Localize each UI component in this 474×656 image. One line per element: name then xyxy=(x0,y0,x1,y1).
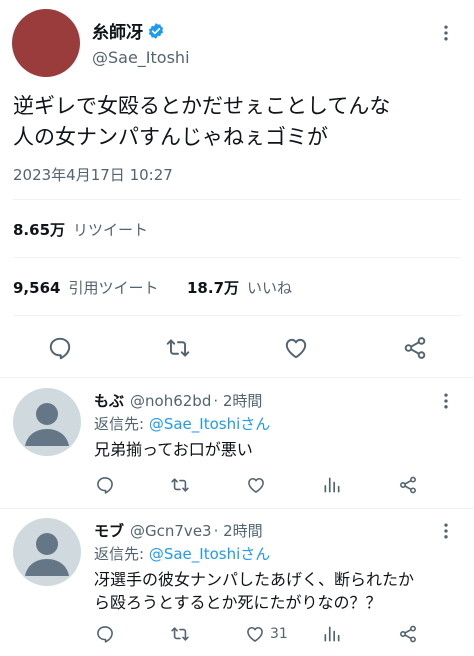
retweet-button[interactable] xyxy=(163,333,193,363)
more-options-icon[interactable] xyxy=(434,21,458,45)
verified-badge-icon xyxy=(148,22,164,39)
reply-header: もぶ @noh62bd · 2時間 xyxy=(94,390,262,411)
analytics-icon xyxy=(324,626,340,642)
reply-header: モブ @Gcn7ve3 · 2時間 xyxy=(94,520,263,541)
divider xyxy=(13,315,461,316)
reply-to-handle[interactable]: @Sae_Itoshiさん xyxy=(149,545,270,563)
likes-label: いいね xyxy=(247,279,293,297)
reply-text-line: 兄弟揃ってお口が悪い xyxy=(94,440,253,459)
share-icon xyxy=(404,337,426,359)
quotes-label: 引用ツイート xyxy=(68,279,159,297)
quotes-stat[interactable]: 9,564 引用ツイート xyxy=(13,277,158,298)
reply-to-line: 返信先: @Sae_Itoshiさん xyxy=(94,543,270,564)
reply-icon xyxy=(97,626,113,643)
reply-reply-button[interactable] xyxy=(94,474,116,496)
reply-author-handle[interactable]: @noh62bd xyxy=(130,392,211,410)
reply-author-name[interactable]: モブ xyxy=(94,520,124,541)
reply-to-prefix: 返信先: xyxy=(94,415,149,433)
tweet-timestamp[interactable]: 2023年4月17日 10:27 xyxy=(13,164,173,185)
likes-stat[interactable]: 18.7万 いいね xyxy=(187,277,292,298)
tweet-text-line: 人の女ナンパすんじゃねぇゴミが xyxy=(13,125,328,149)
reply-text: 冴選手の彼女ナンパしたあげく、断られたか ら殴ろうとするとか死にたがりなの？？ xyxy=(94,568,414,614)
reply-more-options-icon[interactable] xyxy=(434,389,458,413)
reply-text: 兄弟揃ってお口が悪い xyxy=(94,438,253,462)
heart-icon xyxy=(248,477,264,493)
reply-author-handle[interactable]: @Gcn7ve3 xyxy=(130,522,212,540)
reply-author-name[interactable]: もぶ xyxy=(94,390,124,411)
author-avatar[interactable] xyxy=(12,9,80,77)
reply-like-button[interactable]: 31 xyxy=(245,623,288,645)
share-button[interactable] xyxy=(400,333,430,363)
retweet-icon xyxy=(171,478,189,492)
divider xyxy=(0,377,474,378)
heart-icon xyxy=(247,626,263,642)
retweet-icon xyxy=(166,339,190,357)
reply-button[interactable] xyxy=(45,333,75,363)
reply-icon xyxy=(97,477,113,494)
reply-retweet-button[interactable] xyxy=(169,474,191,496)
retweets-label: リツイート xyxy=(73,221,149,239)
share-icon xyxy=(400,476,416,494)
reply-like-button[interactable] xyxy=(245,474,267,496)
author-name-row[interactable]: 糸師冴 xyxy=(92,18,165,43)
divider xyxy=(13,257,461,258)
retweets-stat[interactable]: 8.65万 リツイート xyxy=(13,219,148,240)
reply-avatar[interactable] xyxy=(13,388,81,456)
tweet-text: 逆ギレで女殴るとかだせぇことしてんな 人の女ナンパすんじゃねぇゴミが xyxy=(13,91,390,153)
reply-share-button[interactable] xyxy=(397,474,419,496)
heart-icon xyxy=(285,338,307,359)
share-icon xyxy=(400,625,416,643)
retweets-count: 8.65万 xyxy=(13,221,66,239)
reply-avatar[interactable] xyxy=(13,518,81,586)
likes-count: 18.7万 xyxy=(187,279,240,297)
reply-retweet-button[interactable] xyxy=(169,623,191,645)
reply-to-handle[interactable]: @Sae_Itoshiさん xyxy=(149,415,270,433)
quotes-count: 9,564 xyxy=(13,279,61,297)
analytics-icon xyxy=(324,477,340,493)
author-name: 糸師冴 xyxy=(92,23,143,43)
divider xyxy=(0,508,474,509)
reply-share-button[interactable] xyxy=(397,623,419,645)
reply-icon xyxy=(49,337,71,360)
reply-to-prefix: 返信先: xyxy=(94,545,149,563)
author-handle: @Sae_Itoshi xyxy=(92,48,190,67)
reply-text-line: ら殴ろうとするとか死にたがりなの？？ xyxy=(94,593,382,612)
reply-to-line: 返信先: @Sae_Itoshiさん xyxy=(94,413,270,434)
retweet-icon xyxy=(171,627,189,641)
default-avatar-icon xyxy=(25,533,69,576)
tweet-text-line: 逆ギレで女殴るとかだせぇことしてんな xyxy=(13,94,391,118)
reply-reply-button[interactable] xyxy=(94,623,116,645)
default-avatar-icon xyxy=(25,403,69,446)
reply-time: · 2時間 xyxy=(213,392,263,410)
reply-text-line: 冴選手の彼女ナンパしたあげく、断られたか xyxy=(94,570,415,589)
reply-analytics-button[interactable] xyxy=(321,474,343,496)
reply-like-count: 31 xyxy=(270,626,288,642)
reply-time: · 2時間 xyxy=(213,522,263,540)
reply-more-options-icon[interactable] xyxy=(434,519,458,543)
divider xyxy=(13,199,461,200)
like-button[interactable] xyxy=(281,333,311,363)
reply-analytics-button[interactable] xyxy=(321,623,343,645)
